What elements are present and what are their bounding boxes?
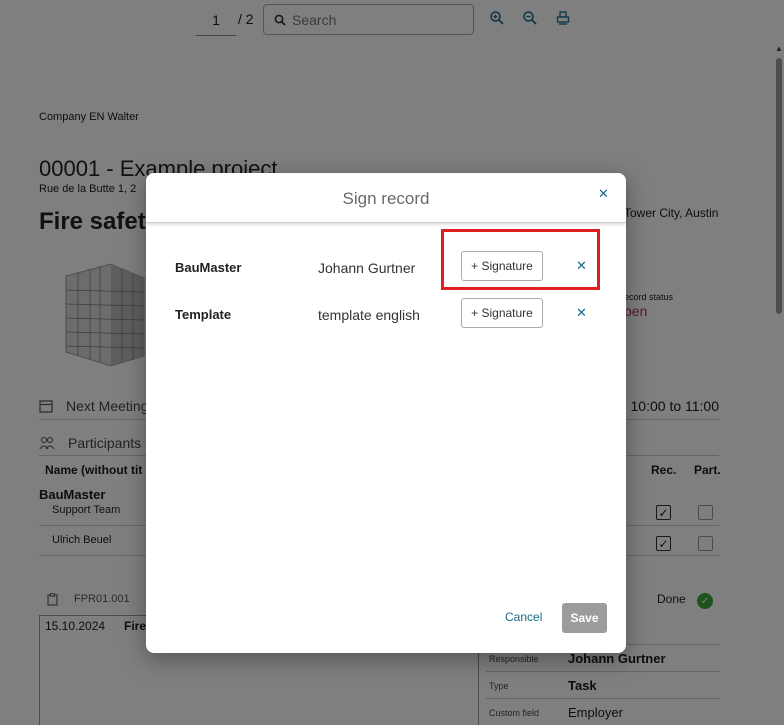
cancel-button[interactable]: Cancel bbox=[505, 610, 542, 624]
signer-name: Johann Gurtner bbox=[318, 260, 416, 276]
sign-record-dialog: Sign record ✕ BauMaster Johann Gurtner +… bbox=[146, 173, 626, 653]
add-signature-button[interactable]: + Signature bbox=[461, 298, 543, 328]
save-button[interactable]: Save bbox=[562, 603, 607, 633]
dialog-title: Sign record bbox=[342, 189, 430, 208]
highlight-box bbox=[441, 229, 600, 290]
signer-role: BauMaster bbox=[175, 260, 242, 275]
close-icon[interactable]: ✕ bbox=[598, 186, 609, 202]
signer-role: Template bbox=[175, 307, 232, 322]
signer-name: template english bbox=[318, 307, 420, 323]
remove-signer-icon[interactable]: ✕ bbox=[576, 305, 587, 321]
dialog-header: Sign record ✕ bbox=[146, 173, 626, 223]
signature-row: Template template english + Signature ✕ bbox=[146, 298, 626, 330]
